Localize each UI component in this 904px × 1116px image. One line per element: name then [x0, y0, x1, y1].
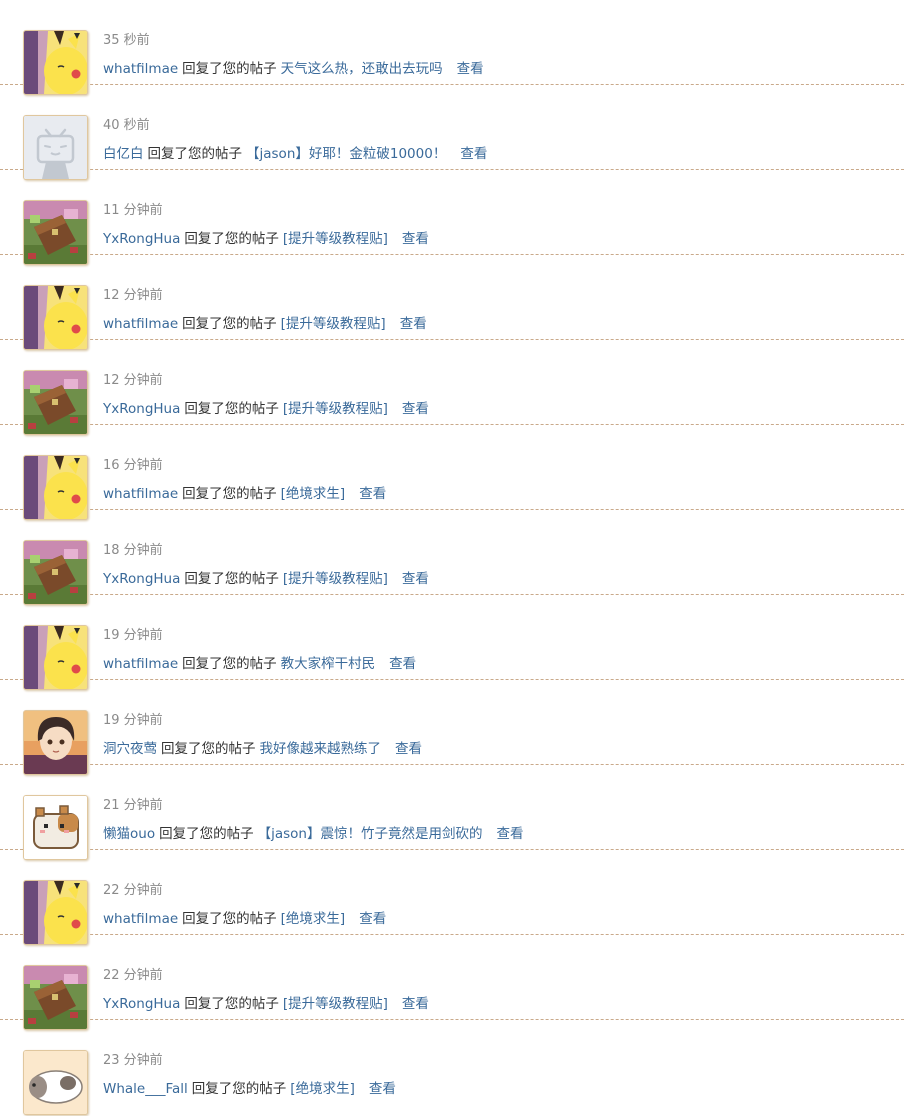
action-text: 回复了您的帖子	[159, 826, 254, 842]
notification-item: 19 分钟前 whatfilmae 回复了您的帖子 教大家榨干村民 查看	[0, 595, 904, 690]
thread-link[interactable]: 教大家榨干村民	[281, 656, 376, 672]
thread-link[interactable]: [提升等级教程贴]	[283, 996, 388, 1012]
user-link[interactable]: whatfilmae	[103, 486, 178, 502]
notification-time: 21 分钟前	[103, 798, 163, 813]
notification-text: YxRongHua 回复了您的帖子 [提升等级教程贴] 查看	[103, 994, 429, 1014]
action-text: 回复了您的帖子	[182, 486, 277, 502]
action-text: 回复了您的帖子	[147, 146, 243, 162]
notification-time: 16 分钟前	[103, 458, 163, 473]
action-text: 回复了您的帖子	[182, 656, 277, 672]
notification-text: whatfilmae 回复了您的帖子 天气这么热，还敢出去玩吗 查看	[103, 59, 484, 79]
thread-link[interactable]: 【jason】震惊！竹子竟然是用剑砍的	[258, 826, 483, 842]
notification-text: whatfilmae 回复了您的帖子 [绝境求生] 查看	[103, 484, 386, 504]
view-link[interactable]: 查看	[369, 1081, 396, 1097]
user-link[interactable]: YxRongHua	[103, 996, 180, 1012]
notification-item: 40 秒前 白亿白 回复了您的帖子 【jason】好耶！金粒破10000！ 查看	[0, 85, 904, 180]
notification-text: 洞穴夜莺 回复了您的帖子 我好像越来越熟练了 查看	[103, 739, 422, 759]
user-link[interactable]: whatfilmae	[103, 316, 178, 332]
thread-link[interactable]: [绝境求生]	[281, 486, 346, 502]
thread-link[interactable]: 我好像越来越熟练了	[260, 741, 382, 757]
action-text: 回复了您的帖子	[182, 911, 277, 927]
notification-text: YxRongHua 回复了您的帖子 [提升等级教程贴] 查看	[103, 569, 429, 589]
action-text: 回复了您的帖子	[182, 61, 277, 77]
view-link[interactable]: 查看	[460, 146, 487, 162]
view-link[interactable]: 查看	[389, 656, 416, 672]
notification-time: 22 分钟前	[103, 968, 163, 983]
notification-text: 白亿白 回复了您的帖子 【jason】好耶！金粒破10000！ 查看	[103, 144, 487, 164]
notification-item: 11 分钟前 YxRongHua 回复了您的帖子 [提升等级教程贴] 查看	[0, 170, 904, 265]
notification-item: 23 分钟前 Whale___Fall 回复了您的帖子 [绝境求生] 查看	[0, 1020, 904, 1115]
view-link[interactable]: 查看	[402, 996, 429, 1012]
view-link[interactable]: 查看	[457, 61, 484, 77]
view-link[interactable]: 查看	[359, 486, 386, 502]
notification-item: 19 分钟前 洞穴夜莺 回复了您的帖子 我好像越来越熟练了 查看	[0, 680, 904, 775]
view-link[interactable]: 查看	[402, 571, 429, 587]
notification-time: 18 分钟前	[103, 543, 163, 558]
action-text: 回复了您的帖子	[161, 741, 256, 757]
thread-link[interactable]: [提升等级教程贴]	[283, 571, 388, 587]
notification-item: 22 分钟前 whatfilmae 回复了您的帖子 [绝境求生] 查看	[0, 850, 904, 945]
thread-link[interactable]: [提升等级教程贴]	[281, 316, 386, 332]
notification-text: 懒猫ouo 回复了您的帖子 【jason】震惊！竹子竟然是用剑砍的 查看	[103, 824, 523, 844]
thread-link[interactable]: [绝境求生]	[290, 1081, 355, 1097]
action-text: 回复了您的帖子	[184, 571, 279, 587]
thread-link[interactable]: [提升等级教程贴]	[283, 401, 388, 417]
action-text: 回复了您的帖子	[191, 1081, 287, 1097]
user-link[interactable]: 懒猫ouo	[103, 826, 155, 842]
notification-item: 16 分钟前 whatfilmae 回复了您的帖子 [绝境求生] 查看	[0, 425, 904, 520]
user-link[interactable]: YxRongHua	[103, 231, 180, 247]
notification-time: 12 分钟前	[103, 373, 163, 388]
notification-list: 35 秒前 whatfilmae 回复了您的帖子 天气这么热，还敢出去玩吗 查看 40…	[0, 0, 904, 1115]
user-link[interactable]: YxRongHua	[103, 401, 180, 417]
view-link[interactable]: 查看	[402, 401, 429, 417]
action-text: 回复了您的帖子	[184, 996, 279, 1012]
notification-time: 19 分钟前	[103, 713, 163, 728]
notification-text: YxRongHua 回复了您的帖子 [提升等级教程贴] 查看	[103, 229, 429, 249]
notification-item: 35 秒前 whatfilmae 回复了您的帖子 天气这么热，还敢出去玩吗 查看	[0, 0, 904, 95]
notification-text: whatfilmae 回复了您的帖子 教大家榨干村民 查看	[103, 654, 416, 674]
user-link[interactable]: YxRongHua	[103, 571, 180, 587]
thread-link[interactable]: 天气这么热，还敢出去玩吗	[281, 61, 443, 77]
user-link[interactable]: whatfilmae	[103, 61, 178, 77]
thread-link[interactable]: 【jason】好耶！金粒破10000！	[246, 146, 446, 162]
notification-item: 21 分钟前 懒猫ouo 回复了您的帖子 【jason】震惊！竹子竟然是用剑砍的 查看	[0, 765, 904, 860]
avatar-image	[24, 1051, 87, 1114]
notification-text: whatfilmae 回复了您的帖子 [绝境求生] 查看	[103, 909, 386, 929]
notification-item: 22 分钟前 YxRongHua 回复了您的帖子 [提升等级教程贴] 查看	[0, 935, 904, 1030]
action-text: 回复了您的帖子	[184, 231, 279, 247]
user-link[interactable]: 白亿白	[103, 146, 144, 162]
notification-time: 23 分钟前	[103, 1053, 163, 1068]
view-link[interactable]: 查看	[395, 741, 422, 757]
action-text: 回复了您的帖子	[182, 316, 277, 332]
notification-text: Whale___Fall 回复了您的帖子 [绝境求生] 查看	[103, 1079, 396, 1099]
user-link[interactable]: whatfilmae	[103, 911, 178, 927]
notification-time: 35 秒前	[103, 33, 150, 48]
thread-link[interactable]: [绝境求生]	[281, 911, 346, 927]
notification-time: 22 分钟前	[103, 883, 163, 898]
view-link[interactable]: 查看	[402, 231, 429, 247]
notification-time: 11 分钟前	[103, 203, 163, 218]
thread-link[interactable]: [提升等级教程贴]	[283, 231, 388, 247]
avatar[interactable]	[23, 1050, 88, 1115]
notification-item: 12 分钟前 YxRongHua 回复了您的帖子 [提升等级教程贴] 查看	[0, 340, 904, 435]
view-link[interactable]: 查看	[496, 826, 523, 842]
notification-text: whatfilmae 回复了您的帖子 [提升等级教程贴] 查看	[103, 314, 427, 334]
user-link[interactable]: whatfilmae	[103, 656, 178, 672]
user-link[interactable]: 洞穴夜莺	[103, 741, 157, 757]
action-text: 回复了您的帖子	[184, 401, 279, 417]
view-link[interactable]: 查看	[400, 316, 427, 332]
notification-time: 12 分钟前	[103, 288, 163, 303]
notification-text: YxRongHua 回复了您的帖子 [提升等级教程贴] 查看	[103, 399, 429, 419]
view-link[interactable]: 查看	[359, 911, 386, 927]
notification-time: 40 秒前	[103, 118, 150, 133]
notification-time: 19 分钟前	[103, 628, 163, 643]
user-link[interactable]: Whale___Fall	[103, 1081, 188, 1097]
notification-item: 12 分钟前 whatfilmae 回复了您的帖子 [提升等级教程贴] 查看	[0, 255, 904, 350]
notification-item: 18 分钟前 YxRongHua 回复了您的帖子 [提升等级教程贴] 查看	[0, 510, 904, 605]
